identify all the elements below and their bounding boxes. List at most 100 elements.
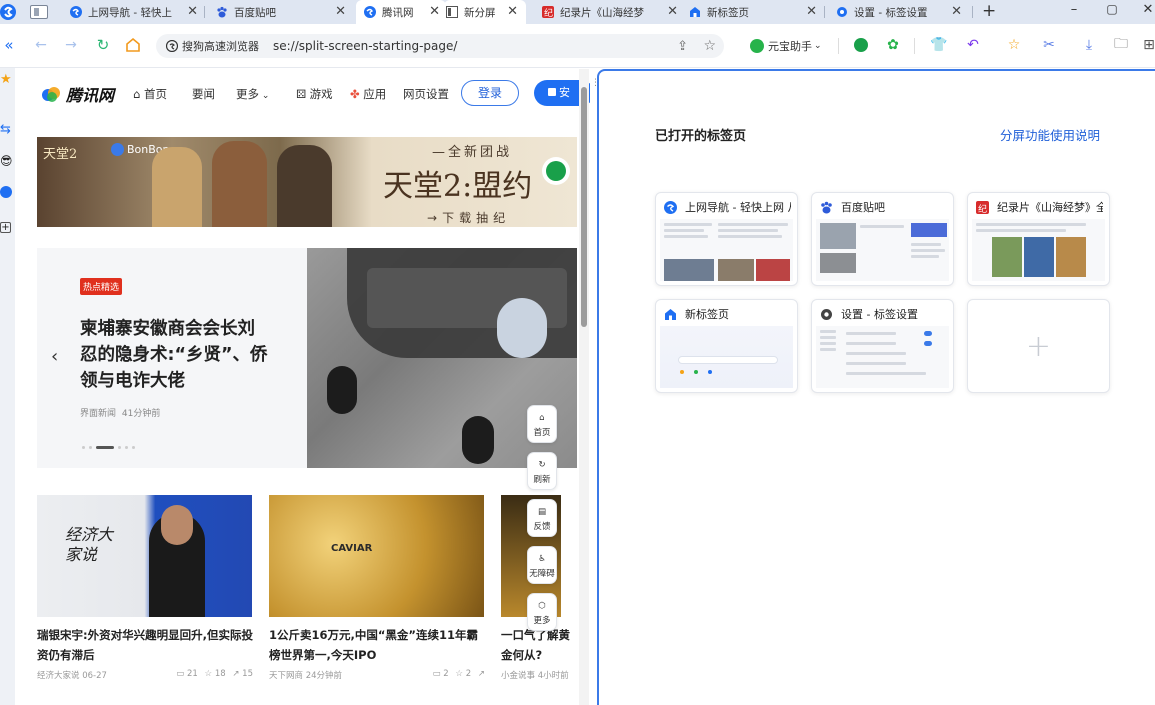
float-feedback-button[interactable]: ▤ 反馈 [527, 499, 557, 537]
browser-logo-icon[interactable] [0, 2, 18, 22]
new-tab-button[interactable]: + [982, 1, 996, 21]
add-tab-card[interactable]: + [967, 299, 1110, 393]
share-icon[interactable]: ⇪ [677, 39, 688, 54]
like-icon[interactable]: ☆ [455, 669, 463, 679]
close-icon[interactable]: ✕ [507, 4, 518, 20]
tshirt-icon[interactable]: 👕 [930, 36, 948, 54]
scissors-icon[interactable]: ✂ [1040, 36, 1058, 54]
nav-news[interactable]: 要闻 [192, 86, 215, 102]
like-icon[interactable]: ☆ [204, 669, 212, 679]
emoji-icon[interactable]: 😎 [0, 154, 13, 168]
favorites-star-icon[interactable]: ☆ [1005, 36, 1023, 54]
bookmark-star-icon[interactable]: ☆ [703, 38, 716, 54]
maximize-icon[interactable]: ▢ [1100, 2, 1124, 16]
banner-top-label: 全新团战 [448, 145, 513, 160]
tab-card-newtab[interactable]: 新标签页 [655, 299, 798, 393]
sogou-float-icon[interactable] [542, 157, 570, 185]
tab-settings[interactable]: 设置 - 标签设置 ✕ [836, 0, 962, 24]
nav-apps[interactable]: ✤ 应用 [350, 86, 386, 102]
comment-icon[interactable]: ▭ [433, 669, 441, 679]
chevron-down-icon: ⌄ [814, 41, 822, 51]
minimize-icon[interactable]: – [1062, 2, 1086, 17]
close-icon[interactable]: ✕ [951, 4, 962, 20]
close-icon[interactable]: ✕ [187, 4, 198, 20]
refresh-icon: ↻ [538, 459, 546, 470]
gear-icon [820, 308, 833, 321]
share-icon[interactable]: ↗ [232, 669, 239, 679]
game-banner-ad[interactable]: 天堂2 BonBon —全新团战 天堂2:盟约 →下载抽纪 [37, 137, 577, 227]
tab-card-nav[interactable]: 上网导航 - 轻快上网 从 [655, 192, 798, 286]
yuanbao-assistant-button[interactable]: 元宝助手 ⌄ [750, 38, 822, 54]
hero-carousel[interactable]: 热点精选 柬埔寨安徽商会会长刘忍的隐身术:“乡贤”、侨领与电诈大佬 界面新闻 4… [37, 248, 577, 468]
split-help-link[interactable]: 分屏功能使用说明 [1000, 125, 1100, 144]
nav-more[interactable]: 更多 ⌄ [236, 86, 269, 102]
add-panel-icon[interactable]: + [0, 222, 11, 233]
sogou-icon[interactable] [0, 186, 12, 201]
comment-icon[interactable]: ▭ [176, 669, 184, 679]
close-icon[interactable]: ✕ [335, 4, 346, 20]
sidebar-toggle-icon[interactable] [30, 5, 48, 19]
tab-label: 新分屏 [464, 6, 496, 19]
close-icon[interactable]: ✕ [806, 4, 817, 20]
tab-card-documentary[interactable]: 纪纪录片《山海经梦》全 [967, 192, 1110, 286]
float-refresh-button[interactable]: ↻ 刷新 [527, 452, 557, 490]
star-icon[interactable]: ★ [0, 72, 12, 87]
download-icon[interactable]: ⤓ [1080, 36, 1098, 54]
close-icon[interactable]: ✕ [429, 4, 440, 20]
nav-home[interactable]: ⌂ 首页 [133, 86, 167, 102]
split-divider-handle[interactable]: ⋮ [591, 79, 600, 100]
sogou-logo-icon [70, 6, 82, 18]
extension-green-icon[interactable] [852, 36, 870, 54]
tab-tieba[interactable]: 百度贴吧 ✕ [216, 0, 346, 24]
tab-nav[interactable]: 上网导航 - 轻快上 ✕ [70, 0, 198, 24]
qq-logo[interactable]: 腾讯网 [41, 82, 114, 106]
news-title-2[interactable]: 1公斤卖16万元,中国“黑金”连续11年霸榜世界第一,今天IPO [269, 625, 489, 665]
puzzle-icon[interactable]: ✿ [884, 36, 902, 54]
tab-card-settings[interactable]: 设置 - 标签设置 [811, 299, 954, 393]
url-text[interactable]: se://split-screen-starting-page/ [273, 39, 457, 53]
carousel-dots[interactable] [82, 446, 135, 449]
scrollbar[interactable] [579, 69, 589, 705]
card-title: 百度贴吧 [841, 201, 885, 214]
tab-qq[interactable]: 腾讯网 ✕ [356, 0, 446, 24]
feedback-icon: ▤ [537, 506, 547, 517]
news-source: 天下网商 [269, 671, 304, 681]
collapse-sidebar-icon[interactable]: « [0, 36, 18, 54]
close-icon[interactable]: ✕ [667, 4, 678, 20]
nav-page-settings[interactable]: 网页设置 [403, 86, 449, 102]
banner-headline: 天堂2:盟约 [383, 169, 533, 204]
float-more-button[interactable]: ⬡ 更多 [527, 593, 557, 631]
news-thumb-2[interactable]: CAVIAR [269, 495, 484, 617]
news-thumb-1[interactable]: 经济大家说 [37, 495, 252, 617]
float-home-button[interactable]: ⌂ 首页 [527, 405, 557, 443]
home-icon[interactable] [124, 36, 142, 54]
float-accessibility-button[interactable]: ♿ 无障碍 [527, 546, 557, 584]
carousel-prev-icon[interactable]: ‹ [51, 346, 58, 367]
scrollbar-thumb[interactable] [581, 87, 587, 327]
nav-games[interactable]: ⚄ 游戏 [296, 86, 333, 102]
login-button[interactable]: 登录 [461, 80, 519, 106]
tab-split[interactable]: 新分屏 ✕ [444, 0, 526, 24]
forward-icon[interactable]: → [62, 36, 80, 54]
baidu-paw-icon [216, 6, 228, 18]
tab-documentary[interactable]: 纪 纪录片《山海经梦 ✕ [542, 0, 678, 24]
news-title-3[interactable]: 一口气了解黄金何从? [501, 625, 581, 665]
banner-game-title: 天堂2 [43, 147, 78, 162]
news-time: 4小时前 [537, 671, 569, 681]
folder-icon[interactable]: 🗀 [1112, 36, 1130, 54]
reload-icon[interactable]: ↻ [94, 36, 112, 54]
card-thumbnail [972, 219, 1105, 281]
swap-icon[interactable]: ⇆ [0, 122, 11, 137]
documentary-red-icon: 纪 [976, 200, 989, 214]
news-title-1[interactable]: 瑞银宋宇:外资对华兴趣明显回升,但实际投资仍有滞后 [37, 625, 257, 665]
address-bar[interactable]: 搜狗高速浏览器 se://split-screen-starting-page/… [156, 34, 724, 58]
hero-headline[interactable]: 柬埔寨安徽商会会长刘忍的隐身术:“乡贤”、侨领与电诈大佬 [80, 316, 270, 394]
tab-card-tieba[interactable]: 百度贴吧 [811, 192, 954, 286]
news-source: 经济大家说 [37, 671, 80, 681]
share-icon[interactable]: ↗ [478, 669, 485, 679]
window-close-icon[interactable]: ✕ [1136, 2, 1155, 17]
undo-closed-icon[interactable]: ↶ [964, 36, 982, 54]
back-icon[interactable]: ← [32, 36, 50, 54]
tab-newtab[interactable]: 新标签页 ✕ [689, 0, 817, 24]
apps-grid-icon[interactable]: ⊞ [1140, 36, 1155, 54]
